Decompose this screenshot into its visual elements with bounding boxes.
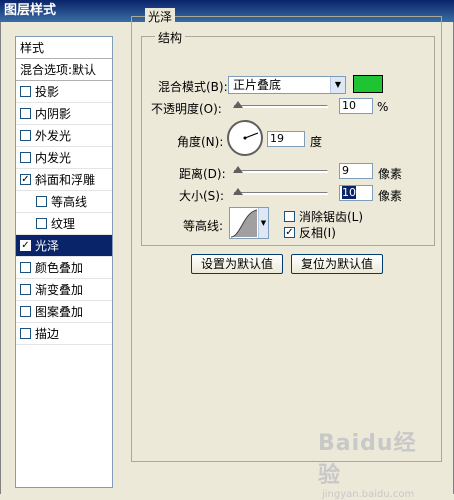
satin-group-title: 光泽 bbox=[145, 8, 176, 25]
style-item-checkbox[interactable] bbox=[20, 108, 31, 119]
distance-slider-track[interactable] bbox=[234, 170, 328, 173]
style-item-label: 内发光 bbox=[35, 150, 72, 165]
opacity-value: 10 bbox=[342, 99, 356, 112]
style-item-checkbox[interactable] bbox=[36, 218, 47, 229]
size-input[interactable]: 10 bbox=[339, 185, 373, 201]
style-item[interactable]: 颜色叠加 bbox=[16, 257, 112, 279]
color-swatch[interactable] bbox=[353, 75, 383, 93]
style-item-label: 颜色叠加 bbox=[35, 260, 84, 275]
style-item-checkbox[interactable] bbox=[20, 130, 31, 141]
style-item[interactable]: 内阴影 bbox=[16, 103, 112, 125]
style-item-label: 渐变叠加 bbox=[35, 282, 84, 297]
style-item[interactable]: 内发光 bbox=[16, 147, 112, 169]
style-item-checkbox[interactable] bbox=[20, 306, 31, 317]
invert-label: 反相(I) bbox=[299, 226, 336, 240]
style-item-label: 外发光 bbox=[35, 128, 72, 143]
style-item-label: 描边 bbox=[35, 326, 60, 341]
size-value: 10 bbox=[342, 186, 356, 199]
structure-group-title: 结构 bbox=[155, 29, 186, 46]
opacity-slider-thumb[interactable] bbox=[233, 101, 243, 108]
style-item-blend-options[interactable]: 混合选项:默认 bbox=[16, 59, 112, 81]
window-title: 图层样式 bbox=[4, 3, 57, 18]
angle-unit: 度 bbox=[310, 135, 323, 149]
style-item-label: 图案叠加 bbox=[35, 304, 84, 319]
blend-mode-value: 正片叠底 bbox=[233, 78, 282, 92]
style-item-checkbox[interactable] bbox=[20, 152, 31, 163]
distance-slider-thumb[interactable] bbox=[233, 166, 243, 173]
style-item-checkbox[interactable] bbox=[36, 196, 47, 207]
blend-mode-label: 混合模式(B): bbox=[158, 80, 228, 94]
style-item-label: 纹理 bbox=[51, 216, 76, 231]
style-list-header[interactable]: 样式 bbox=[16, 37, 112, 59]
distance-unit: 像素 bbox=[378, 167, 403, 181]
watermark-url: jingyan.baidu.com bbox=[322, 489, 415, 500]
angle-value: 19 bbox=[270, 132, 284, 145]
invert-checkbox[interactable]: ✓ bbox=[284, 227, 295, 238]
baidu-watermark: Baidu经验 jingyan.baidu.com bbox=[318, 425, 438, 500]
distance-input[interactable]: 9 bbox=[339, 163, 373, 179]
style-item[interactable]: ✓ 光泽 bbox=[16, 235, 112, 257]
style-item-label: 投影 bbox=[35, 84, 60, 99]
style-item[interactable]: 纹理 bbox=[16, 213, 112, 235]
size-slider-thumb[interactable] bbox=[233, 188, 243, 195]
opacity-label: 不透明度(O): bbox=[151, 102, 222, 116]
make-default-button[interactable]: 设置为默认值 bbox=[191, 254, 283, 274]
distance-label: 距离(D): bbox=[179, 167, 226, 181]
watermark-brand: Baidu经验 bbox=[318, 431, 417, 488]
style-item-checkbox[interactable] bbox=[20, 86, 31, 97]
contour-dropdown-icon[interactable]: ▼ bbox=[258, 208, 268, 238]
invert-option[interactable]: ✓ 反相(I) bbox=[284, 224, 336, 241]
size-label: 大小(S): bbox=[179, 189, 225, 203]
size-slider-track[interactable] bbox=[234, 192, 328, 195]
reset-default-button[interactable]: 复位为默认值 bbox=[291, 254, 383, 274]
style-item-checkbox[interactable] bbox=[20, 284, 31, 295]
blend-options-label: 混合选项:默认 bbox=[20, 62, 97, 77]
style-item[interactable]: 等高线 bbox=[16, 191, 112, 213]
contour-label: 等高线: bbox=[183, 219, 224, 233]
style-item-checkbox[interactable] bbox=[20, 262, 31, 273]
style-item[interactable]: ✓ 斜面和浮雕 bbox=[16, 169, 112, 191]
style-item-checkbox[interactable] bbox=[20, 328, 31, 339]
style-list: 样式 混合选项:默认 投影内阴影外发光内发光 ✓ 斜面和浮雕等高线纹理 ✓ 光泽颜色叠加… bbox=[15, 36, 113, 488]
style-item[interactable]: 图案叠加 bbox=[16, 301, 112, 323]
antialias-option[interactable]: 消除锯齿(L) bbox=[284, 208, 363, 225]
style-item-label: 斜面和浮雕 bbox=[35, 172, 96, 187]
style-item[interactable]: 外发光 bbox=[16, 125, 112, 147]
style-item-label: 内阴影 bbox=[35, 106, 72, 121]
style-item-checkbox[interactable]: ✓ bbox=[20, 240, 31, 251]
antialias-label: 消除锯齿(L) bbox=[299, 210, 364, 224]
opacity-unit: % bbox=[377, 100, 389, 114]
style-item[interactable]: 投影 bbox=[16, 81, 112, 103]
opacity-slider-track[interactable] bbox=[234, 105, 328, 108]
angle-dial-needle-icon bbox=[243, 132, 259, 140]
angle-input[interactable]: 19 bbox=[267, 131, 305, 147]
distance-value: 9 bbox=[342, 164, 349, 177]
style-item-label: 光泽 bbox=[35, 238, 60, 253]
contour-curve-icon bbox=[230, 209, 258, 238]
chevron-down-icon[interactable]: ▼ bbox=[330, 77, 345, 93]
opacity-input[interactable]: 10 bbox=[339, 98, 373, 114]
blend-mode-select[interactable]: 正片叠底 ▼ bbox=[228, 76, 346, 94]
size-unit: 像素 bbox=[378, 189, 403, 203]
angle-dial[interactable] bbox=[227, 120, 263, 156]
style-item[interactable]: 描边 bbox=[16, 323, 112, 345]
antialias-checkbox[interactable] bbox=[284, 211, 295, 222]
style-item[interactable]: 渐变叠加 bbox=[16, 279, 112, 301]
style-item-label: 等高线 bbox=[51, 194, 88, 209]
style-item-checkbox[interactable]: ✓ bbox=[20, 174, 31, 185]
angle-label: 角度(N): bbox=[177, 135, 224, 149]
